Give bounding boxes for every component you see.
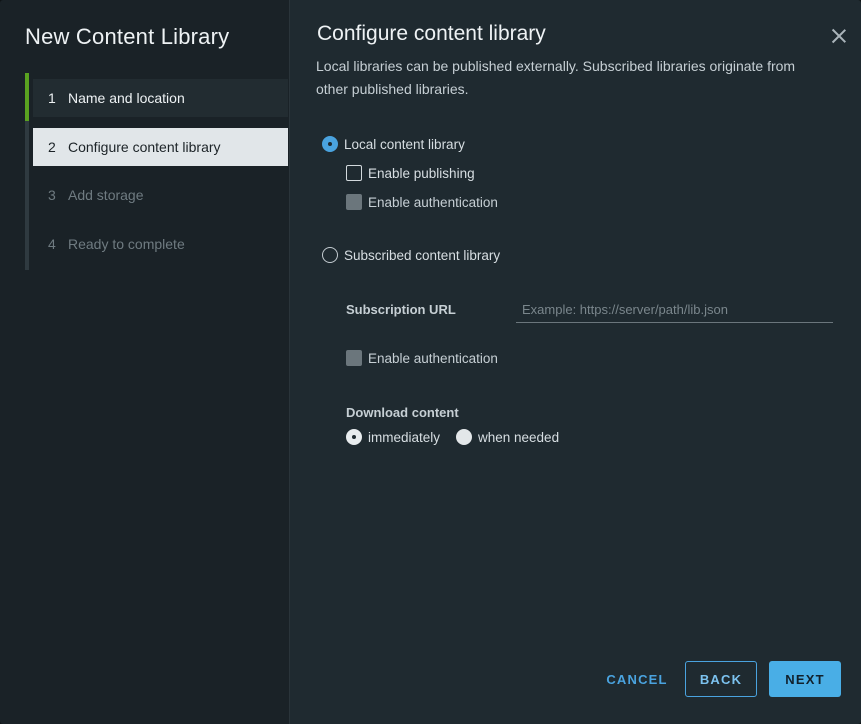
radio-unchecked-icon <box>456 429 472 445</box>
step-configure-content-library[interactable]: 2 Configure content library <box>33 128 288 166</box>
wizard-content: Configure content library Local librarie… <box>290 0 861 724</box>
step-number: 2 <box>48 139 56 155</box>
step-label: Add storage <box>68 187 144 203</box>
step-add-storage: 3 Add storage <box>33 176 288 214</box>
download-when-needed-radio[interactable]: when needed <box>456 429 559 445</box>
wizard-steps: 1 Name and location 2 Configure content … <box>25 73 288 270</box>
local-library-radio[interactable]: Local content library <box>322 136 465 152</box>
wizard-sidebar: New Content Library 1 Name and location … <box>0 0 290 724</box>
download-immediately-radio[interactable]: immediately <box>346 429 440 445</box>
enable-publishing-checkbox[interactable]: Enable publishing <box>346 165 475 181</box>
enable-publishing-label: Enable publishing <box>368 165 475 181</box>
checkbox-disabled-icon <box>346 194 362 210</box>
local-enable-authentication-checkbox[interactable]: Enable authentication <box>346 194 498 210</box>
step-label: Configure content library <box>68 139 221 155</box>
new-content-library-dialog: New Content Library 1 Name and location … <box>0 0 861 724</box>
subscribed-enable-authentication-checkbox[interactable]: Enable authentication <box>346 350 498 366</box>
subscribed-library-label: Subscribed content library <box>344 247 501 263</box>
radio-checked-icon <box>322 136 338 152</box>
checkbox-disabled-icon <box>346 350 362 366</box>
subscription-url-label: Subscription URL <box>346 302 456 317</box>
page-description: Local libraries can be published externa… <box>316 58 796 97</box>
download-immediately-label: immediately <box>368 429 441 445</box>
step-label: Ready to complete <box>68 236 185 252</box>
download-when-needed-label: when needed <box>478 429 560 445</box>
download-content-label: Download content <box>346 405 459 420</box>
close-icon[interactable] <box>831 28 847 44</box>
step-number: 1 <box>48 90 56 106</box>
steps-rail-progress <box>25 73 29 121</box>
back-button[interactable]: BACK <box>685 661 757 697</box>
subscription-url-input[interactable] <box>516 296 833 323</box>
step-number: 4 <box>48 236 56 252</box>
subscribed-enable-authentication-label: Enable authentication <box>368 350 498 366</box>
step-ready-to-complete: 4 Ready to complete <box>33 225 288 263</box>
radio-unchecked-icon <box>322 247 338 263</box>
wizard-title: New Content Library <box>25 24 230 49</box>
cancel-button[interactable]: CANCEL <box>600 661 674 697</box>
subscribed-library-radio[interactable]: Subscribed content library <box>322 247 500 263</box>
radio-checked-icon <box>346 429 362 445</box>
local-library-label: Local content library <box>344 136 465 152</box>
step-name-and-location[interactable]: 1 Name and location <box>33 79 288 117</box>
local-enable-authentication-label: Enable authentication <box>368 194 498 210</box>
page-title: Configure content library <box>317 22 546 45</box>
step-number: 3 <box>48 187 56 203</box>
checkbox-icon <box>346 165 362 181</box>
step-label: Name and location <box>68 90 185 106</box>
next-button[interactable]: NEXT <box>769 661 841 697</box>
